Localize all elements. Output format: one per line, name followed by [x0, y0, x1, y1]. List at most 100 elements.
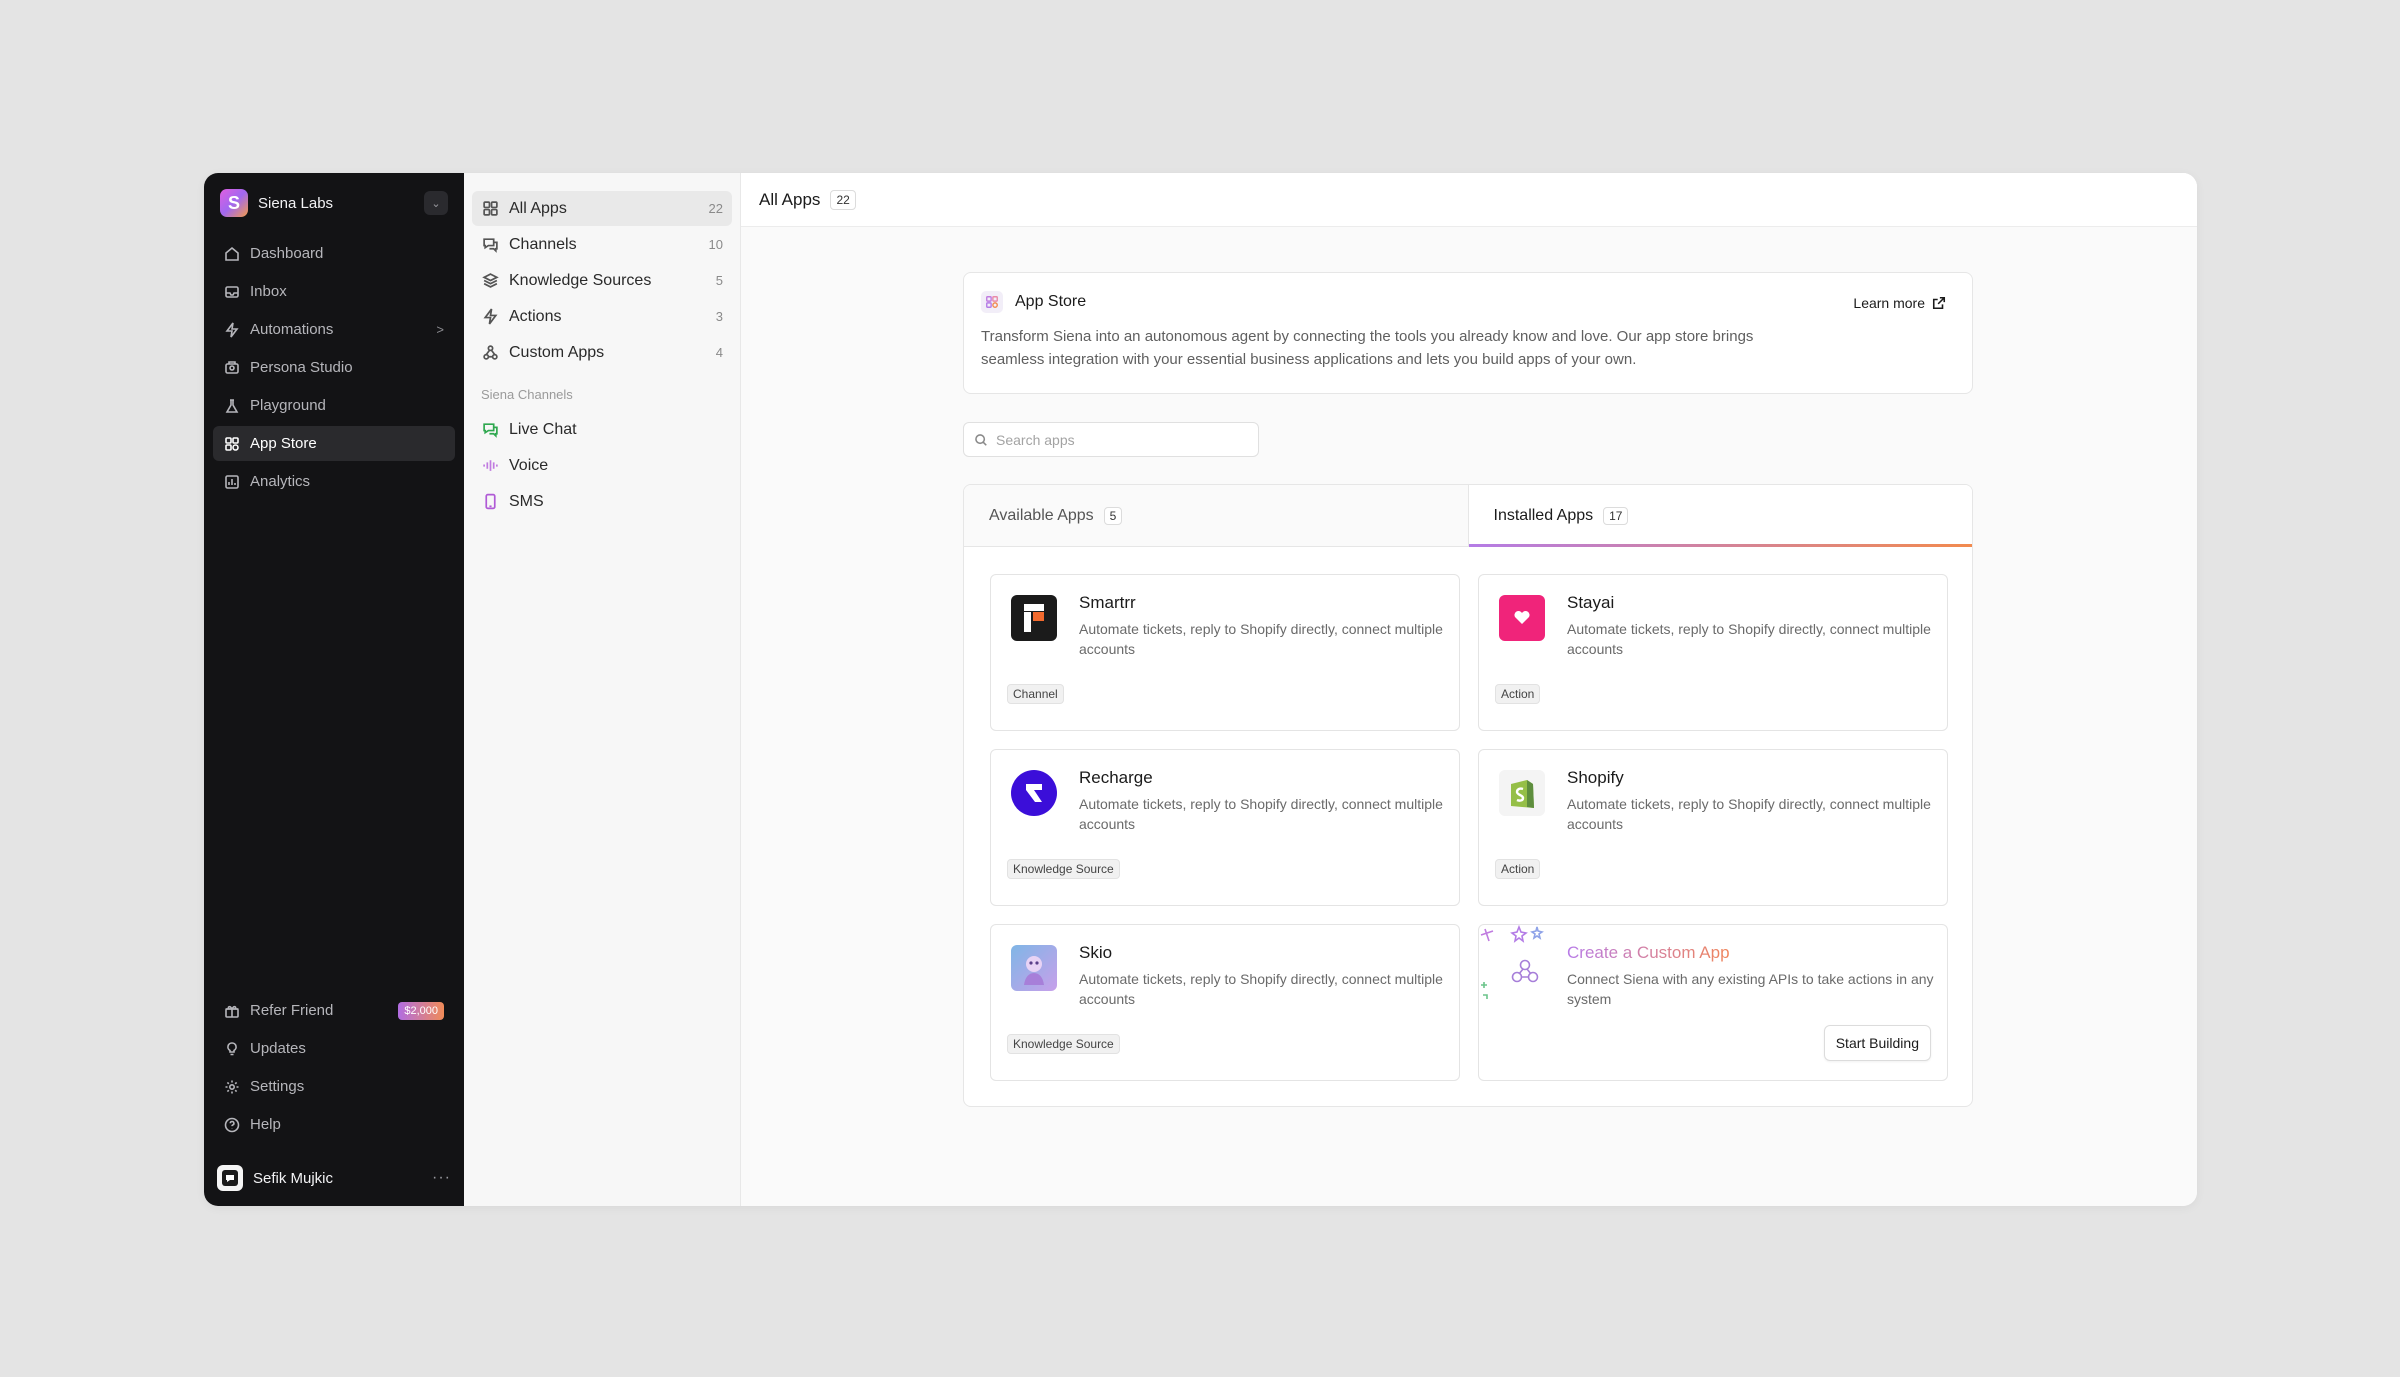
subnav-item-count: 4: [715, 345, 723, 360]
subnav-item-live-chat[interactable]: Live Chat: [472, 412, 732, 447]
sidebar-item-playground[interactable]: Playground: [213, 388, 455, 423]
channels-heading: Siena Channels: [481, 387, 573, 402]
chat-icon: [481, 236, 499, 254]
tab-count-badge: 17: [1603, 506, 1629, 525]
stayai-logo: [1499, 595, 1545, 641]
subnav-item-count: 22: [708, 201, 723, 216]
subnav-item-all-apps[interactable]: All Apps 22: [472, 191, 732, 226]
apps-panel: Available Apps 5 Installed Apps 17 Smart…: [963, 484, 1973, 1107]
subnav-item-label: Live Chat: [509, 420, 577, 438]
app-category-tag: Knowledge Source: [1007, 1034, 1120, 1054]
create-custom-app-card[interactable]: Create a Custom App Connect Siena with a…: [1478, 924, 1948, 1081]
app-card-stayai[interactable]: Stayai Automate tickets, reply to Shopif…: [1478, 574, 1948, 731]
sidebar-item-persona-studio[interactable]: Persona Studio: [213, 350, 455, 385]
recharge-logo: [1011, 770, 1057, 816]
subnav-item-label: Voice: [509, 456, 549, 474]
search-box[interactable]: [963, 422, 1259, 457]
app-name: Smartrr: [1079, 593, 1136, 612]
tab-available-apps[interactable]: Available Apps 5: [964, 485, 1468, 546]
subnav-item-count: 5: [715, 273, 723, 288]
apps-icon: [981, 291, 1003, 313]
subnav-item-count: 10: [708, 237, 723, 252]
sidebar-item-label: Playground: [250, 397, 326, 414]
avatar: [217, 1165, 243, 1191]
custom-app-description: Connect Siena with any existing APIs to …: [1567, 971, 1934, 1007]
gear-icon: [224, 1079, 240, 1095]
sidebar-item-updates[interactable]: Updates: [213, 1031, 455, 1066]
app-name: Recharge: [1079, 768, 1153, 787]
tab-label: Available Apps: [989, 506, 1094, 524]
sidebar-item-help[interactable]: Help: [213, 1107, 455, 1142]
app-store-subnav: All Apps 22 Channels 10 Knowledge Source…: [464, 173, 741, 1206]
apps-grid: Smartrr Automate tickets, reply to Shopi…: [964, 547, 1972, 1106]
bulb-icon: [224, 1041, 240, 1057]
page-count-badge: 22: [830, 189, 856, 210]
subnav-item-channels[interactable]: Channels 10: [472, 227, 732, 262]
chevron-down-icon[interactable]: ⌄: [424, 191, 448, 215]
sidebar-item-label: Updates: [250, 1040, 306, 1057]
learn-more-link[interactable]: Learn more: [1853, 295, 1946, 311]
subnav-item-actions[interactable]: Actions 3: [472, 299, 732, 334]
info-card-title: App Store: [1015, 293, 1087, 310]
subnav-item-label: All Apps: [509, 199, 567, 217]
sidebar-item-label: Inbox: [250, 283, 287, 300]
subnav-item-knowledge-sources[interactable]: Knowledge Sources 5: [472, 263, 732, 298]
tab-installed-apps[interactable]: Installed Apps 17: [1467, 485, 1972, 547]
sidebar-item-label: Analytics: [250, 473, 311, 490]
app-store-info-card: App Store Learn more Transform Siena int…: [963, 272, 1973, 394]
sparkles-decoration: [1480, 925, 1544, 999]
livechat-icon: [481, 421, 499, 439]
subnav-item-label: Custom Apps: [509, 343, 605, 361]
app-category-tag: Channel: [1007, 684, 1064, 704]
more-options-icon[interactable]: ···: [432, 1169, 451, 1187]
app-card-skio[interactable]: Skio Automate tickets, reply to Shopify …: [990, 924, 1460, 1081]
page-header: All Apps 22: [741, 173, 2197, 227]
custom-app-title: Create a Custom App: [1567, 943, 1730, 962]
grid-icon: [481, 200, 499, 218]
app-window: S Siena Labs ⌄ Dashboard Inbox Automatio…: [204, 173, 2197, 1206]
sidebar-item-dashboard[interactable]: Dashboard: [213, 236, 455, 271]
gift-icon: [224, 1003, 240, 1019]
sidebar-item-automations[interactable]: Automations >: [213, 312, 455, 347]
app-name: Stayai: [1567, 593, 1615, 612]
subnav-item-voice[interactable]: Voice: [472, 448, 732, 483]
skio-logo: [1011, 945, 1057, 991]
sidebar-item-settings[interactable]: Settings: [213, 1069, 455, 1104]
referral-reward-badge: $2,000: [398, 1001, 444, 1020]
app-description: Automate tickets, reply to Shopify direc…: [1079, 796, 1443, 832]
app-card-smartrr[interactable]: Smartrr Automate tickets, reply to Shopi…: [990, 574, 1460, 731]
workspace-logo: S: [220, 189, 248, 217]
subnav-item-custom-apps[interactable]: Custom Apps 4: [472, 335, 732, 370]
search-input[interactable]: [996, 431, 1236, 448]
external-link-icon: [1932, 296, 1946, 310]
subnav-item-label: Actions: [509, 307, 562, 325]
webhook-icon: [481, 344, 499, 362]
sidebar-item-label: Automations: [250, 321, 334, 338]
start-building-button[interactable]: Start Building: [1823, 1025, 1931, 1061]
subnav-item-label: Channels: [509, 235, 577, 253]
learn-more-label: Learn more: [1853, 295, 1925, 311]
user-menu[interactable]: Sefik Mujkic ···: [217, 1163, 451, 1193]
sidebar-item-refer-friend[interactable]: Refer Friend $2,000: [213, 993, 455, 1028]
sidebar-item-inbox[interactable]: Inbox: [213, 274, 455, 309]
page-title: All Apps: [759, 189, 821, 209]
workspace-switcher[interactable]: S Siena Labs ⌄: [220, 187, 448, 219]
app-card-recharge[interactable]: Recharge Automate tickets, reply to Shop…: [990, 749, 1460, 906]
app-category-tag: Action: [1495, 684, 1541, 704]
app-category-tag: Action: [1495, 859, 1541, 879]
sms-icon: [481, 493, 499, 511]
app-description: Automate tickets, reply to Shopify direc…: [1079, 621, 1443, 657]
layers-icon: [481, 272, 499, 290]
sidebar-item-analytics[interactable]: Analytics: [213, 464, 455, 499]
bolt-icon: [481, 308, 499, 326]
app-category-tag: Knowledge Source: [1007, 859, 1120, 879]
app-card-shopify[interactable]: Shopify Automate tickets, reply to Shopi…: [1478, 749, 1948, 906]
sidebar-item-label: Persona Studio: [250, 359, 353, 376]
inbox-icon: [224, 284, 240, 300]
subnav-item-sms[interactable]: SMS: [472, 484, 732, 519]
bolt-icon: [224, 322, 240, 338]
subnav-item-count: 3: [715, 309, 723, 324]
smartrr-logo: [1011, 595, 1057, 641]
sidebar-item-label: Help: [250, 1116, 281, 1133]
sidebar-item-app-store[interactable]: App Store: [213, 426, 455, 461]
